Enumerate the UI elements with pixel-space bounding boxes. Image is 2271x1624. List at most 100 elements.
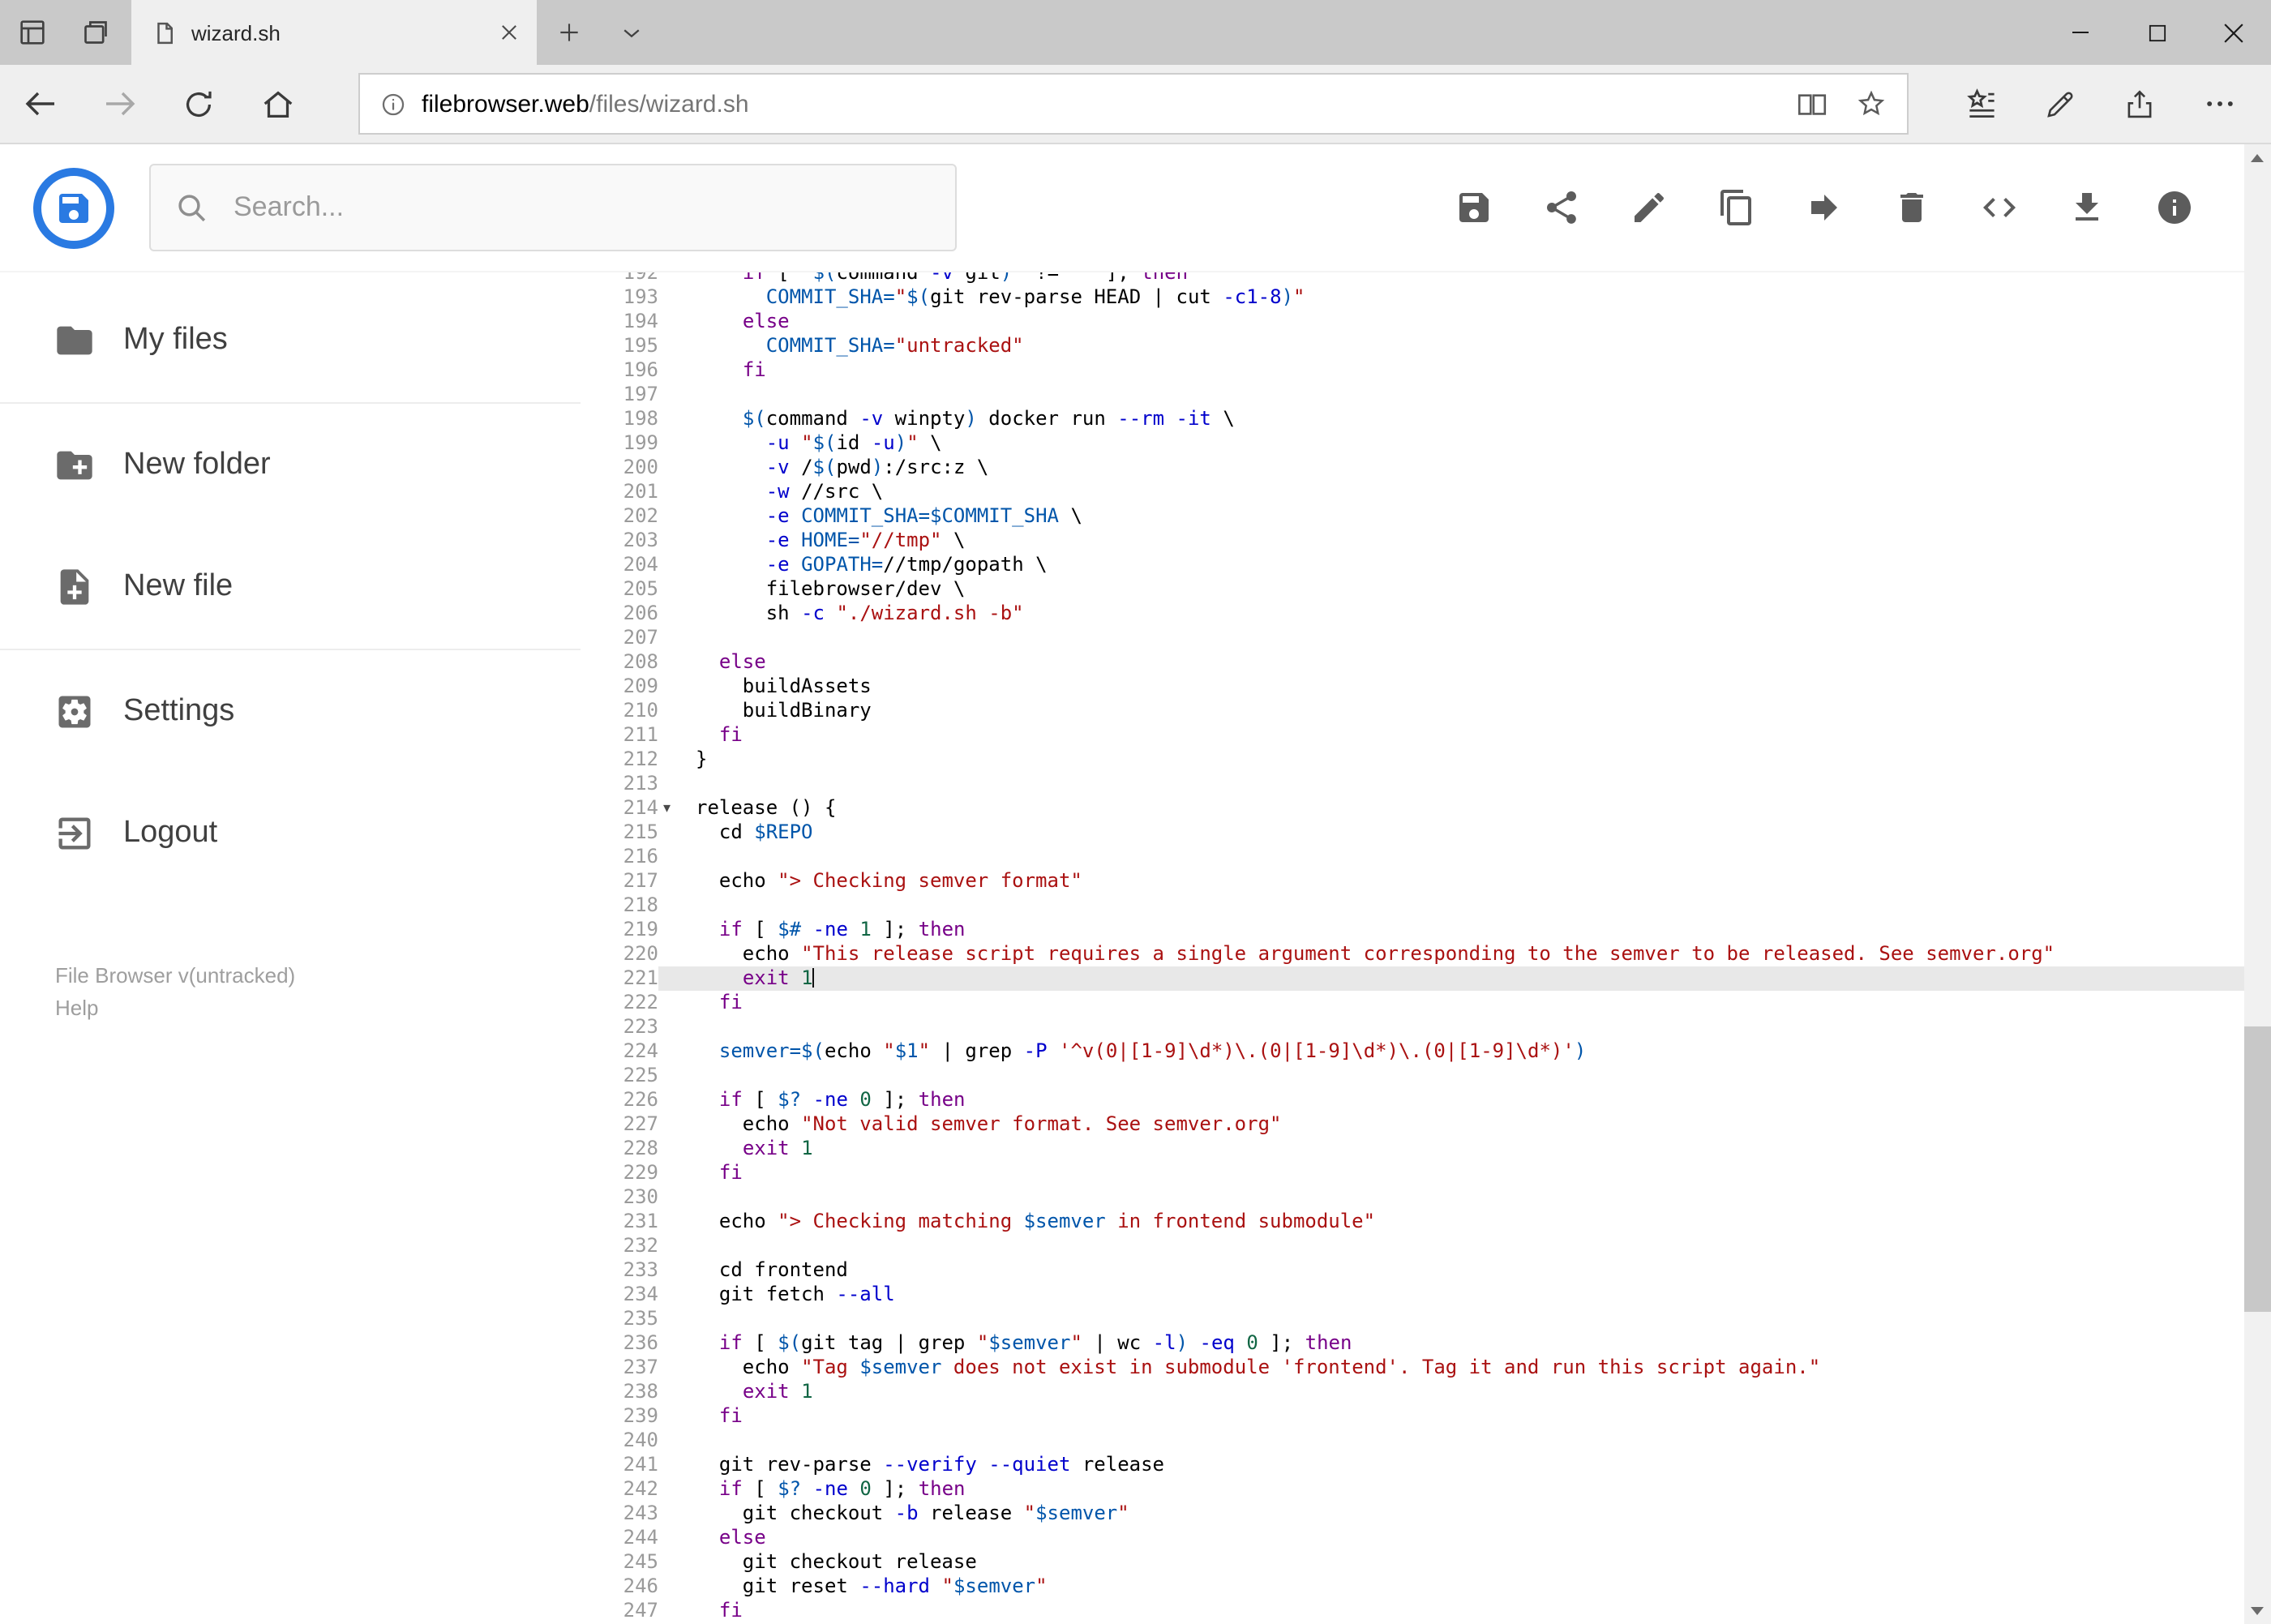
search-input[interactable] <box>230 190 931 225</box>
copy-button[interactable] <box>1716 188 1755 227</box>
url-text[interactable]: filebrowser.web/files/wizard.sh <box>422 90 749 118</box>
code-line[interactable]: 216 <box>581 845 2243 869</box>
code-editor[interactable]: 192 if [ "$(command -v git)" != "" ]; th… <box>581 272 2243 1624</box>
code-line-text[interactable]: echo "> Checking semver format" <box>658 869 2243 893</box>
add-favorite-button[interactable] <box>1855 88 1888 120</box>
code-line[interactable]: 227 echo "Not valid semver format. See s… <box>581 1112 2243 1137</box>
code-line[interactable]: 247 fi <box>581 1599 2243 1623</box>
search-box[interactable] <box>149 164 957 251</box>
sidebar-item-logout[interactable]: Logout <box>0 772 581 895</box>
code-line-text[interactable]: fi <box>658 1599 2243 1623</box>
code-line[interactable]: 217 echo "> Checking semver format" <box>581 869 2243 893</box>
code-line-text[interactable]: sh -c "./wizard.sh -b" <box>658 602 2243 626</box>
code-line-text[interactable]: buildAssets <box>658 675 2243 699</box>
save-button[interactable] <box>1454 188 1493 227</box>
code-line-text[interactable]: release () { <box>658 796 2243 821</box>
code-line[interactable]: 194 else <box>581 310 2243 334</box>
code-line-text[interactable]: git checkout -b release "$semver" <box>658 1502 2243 1526</box>
code-line-text[interactable]: } <box>658 748 2243 772</box>
sidebar-item-my-files[interactable]: My files <box>0 279 581 402</box>
raw-code-button[interactable] <box>1979 188 2018 227</box>
code-line[interactable]: 233 cd frontend <box>581 1258 2243 1283</box>
code-line-text[interactable]: fi <box>658 991 2243 1015</box>
code-line-text[interactable]: else <box>658 310 2243 334</box>
code-line[interactable]: 238 exit 1 <box>581 1380 2243 1404</box>
code-line[interactable]: 242 if [ $? -ne 0 ]; then <box>581 1477 2243 1502</box>
share-button[interactable] <box>2100 65 2179 143</box>
code-line[interactable]: 230 <box>581 1185 2243 1210</box>
code-line[interactable]: 200 -v /$(pwd):/src:z \ <box>581 456 2243 480</box>
code-line-text[interactable]: git checkout release <box>658 1550 2243 1575</box>
rename-button[interactable] <box>1629 188 1668 227</box>
scrollbar-thumb[interactable] <box>2243 1026 2271 1312</box>
code-line-text[interactable]: cd $REPO <box>658 821 2243 845</box>
code-line-text[interactable]: git fetch --all <box>658 1283 2243 1307</box>
reading-view-button[interactable] <box>1795 87 1829 121</box>
hub-favorites-button[interactable] <box>1941 65 2020 143</box>
code-line[interactable]: 222 fi <box>581 991 2243 1015</box>
code-line-text[interactable]: -e GOPATH=//tmp/gopath \ <box>658 553 2243 577</box>
tabs-preview-button[interactable] <box>63 0 126 65</box>
code-line-text[interactable]: -e HOME="//tmp" \ <box>658 529 2243 553</box>
code-line[interactable]: 224 semver=$(echo "$1" | grep -P '^v(0|[… <box>581 1039 2243 1064</box>
fold-marker-icon[interactable]: ▾ <box>663 796 671 821</box>
code-line[interactable]: 223 <box>581 1015 2243 1039</box>
close-button[interactable] <box>2195 0 2271 65</box>
refresh-button[interactable] <box>159 65 238 143</box>
code-line[interactable]: 214 ▾ release () { <box>581 796 2243 821</box>
more-menu-button[interactable] <box>2179 65 2259 143</box>
sidebar-item-new-file[interactable]: New file <box>0 525 581 649</box>
code-line[interactable]: 213 <box>581 772 2243 796</box>
code-line-text[interactable]: if [ "$(command -v git)" != "" ]; then <box>658 272 2243 285</box>
code-line-text[interactable]: fi <box>658 1404 2243 1429</box>
code-line[interactable]: 195 COMMIT_SHA="untracked" <box>581 334 2243 358</box>
help-link[interactable]: Help <box>55 992 581 1025</box>
code-line[interactable]: 201 -w //src \ <box>581 480 2243 504</box>
code-line[interactable]: 209 buildAssets <box>581 675 2243 699</box>
code-line-text[interactable]: -u "$(id -u)" \ <box>658 431 2243 456</box>
code-line[interactable]: 225 <box>581 1064 2243 1088</box>
code-line-text[interactable] <box>658 845 2243 869</box>
code-line-text[interactable] <box>658 893 2243 918</box>
code-line-text[interactable]: if [ $(git tag | grep "$semver" | wc -l)… <box>658 1331 2243 1356</box>
home-button[interactable] <box>238 65 318 143</box>
code-line-text[interactable]: -w //src \ <box>658 480 2243 504</box>
code-line-text[interactable]: fi <box>658 358 2243 383</box>
set-tabs-aside-button[interactable] <box>0 0 63 65</box>
code-line-text[interactable]: cd frontend <box>658 1258 2243 1283</box>
code-line[interactable]: 210 buildBinary <box>581 699 2243 723</box>
site-info-icon[interactable] <box>379 90 407 118</box>
code-line-text[interactable]: filebrowser/dev \ <box>658 577 2243 602</box>
code-line-text[interactable]: COMMIT_SHA="$(git rev-parse HEAD | cut -… <box>658 285 2243 310</box>
code-line[interactable]: 232 <box>581 1234 2243 1258</box>
code-line[interactable]: 206 sh -c "./wizard.sh -b" <box>581 602 2243 626</box>
code-line[interactable]: 218 <box>581 893 2243 918</box>
code-line[interactable]: 192 if [ "$(command -v git)" != "" ]; th… <box>581 272 2243 285</box>
code-line[interactable]: 207 <box>581 626 2243 650</box>
code-line-text[interactable]: -e COMMIT_SHA=$COMMIT_SHA \ <box>658 504 2243 529</box>
code-line-text[interactable]: echo "> Checking matching $semver in fro… <box>658 1210 2243 1234</box>
code-line-text[interactable]: fi <box>658 723 2243 748</box>
code-line[interactable]: 208 else <box>581 650 2243 675</box>
share-file-button[interactable] <box>1541 188 1580 227</box>
code-line[interactable]: 245 git checkout release <box>581 1550 2243 1575</box>
code-line[interactable]: 237 echo "Tag $semver does not exist in … <box>581 1356 2243 1380</box>
code-line[interactable]: 246 git reset --hard "$semver" <box>581 1575 2243 1599</box>
code-line[interactable]: 199 -u "$(id -u)" \ <box>581 431 2243 456</box>
code-line-text[interactable] <box>658 1015 2243 1039</box>
code-line-text[interactable] <box>658 1307 2243 1331</box>
download-button[interactable] <box>2067 188 2106 227</box>
address-bar[interactable]: filebrowser.web/files/wizard.sh <box>358 73 1909 135</box>
code-line-text[interactable]: exit 1 <box>658 1137 2243 1161</box>
code-line[interactable]: 231 echo "> Checking matching $semver in… <box>581 1210 2243 1234</box>
info-button[interactable] <box>2154 188 2193 227</box>
code-line[interactable]: 229 fi <box>581 1161 2243 1185</box>
new-tab-button[interactable] <box>537 0 600 65</box>
code-line[interactable]: 197 <box>581 383 2243 407</box>
code-line-text[interactable] <box>658 772 2243 796</box>
browser-tab[interactable]: wizard.sh <box>131 0 537 65</box>
code-line[interactable]: 205 filebrowser/dev \ <box>581 577 2243 602</box>
scrollbar-down-arrow[interactable] <box>2243 1596 2271 1624</box>
code-line[interactable]: 239 fi <box>581 1404 2243 1429</box>
minimize-button[interactable] <box>2042 0 2119 65</box>
